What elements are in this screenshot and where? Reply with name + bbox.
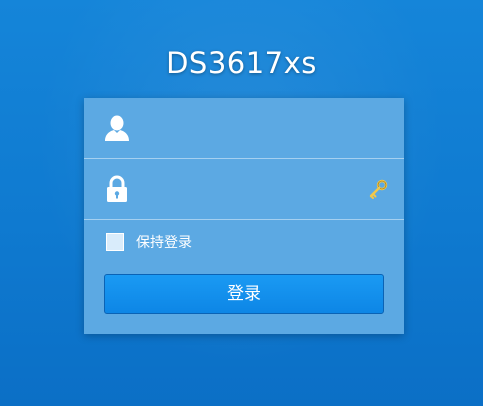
- remember-me-label: 保持登录: [136, 235, 192, 251]
- divider: [84, 219, 404, 220]
- user-icon: [104, 114, 130, 142]
- username-row: [84, 98, 404, 158]
- lock-icon: [104, 175, 130, 203]
- password-input[interactable]: [140, 173, 360, 203]
- username-input[interactable]: [140, 112, 360, 142]
- page-title: DS3617xs: [166, 46, 317, 80]
- login-button[interactable]: 登录: [104, 274, 384, 314]
- password-row: [84, 159, 404, 219]
- remember-me-checkbox[interactable]: [106, 233, 124, 251]
- login-panel: 保持登录 登录: [84, 98, 404, 334]
- key-icon[interactable]: [368, 179, 388, 199]
- remember-me-option[interactable]: 保持登录: [106, 232, 192, 252]
